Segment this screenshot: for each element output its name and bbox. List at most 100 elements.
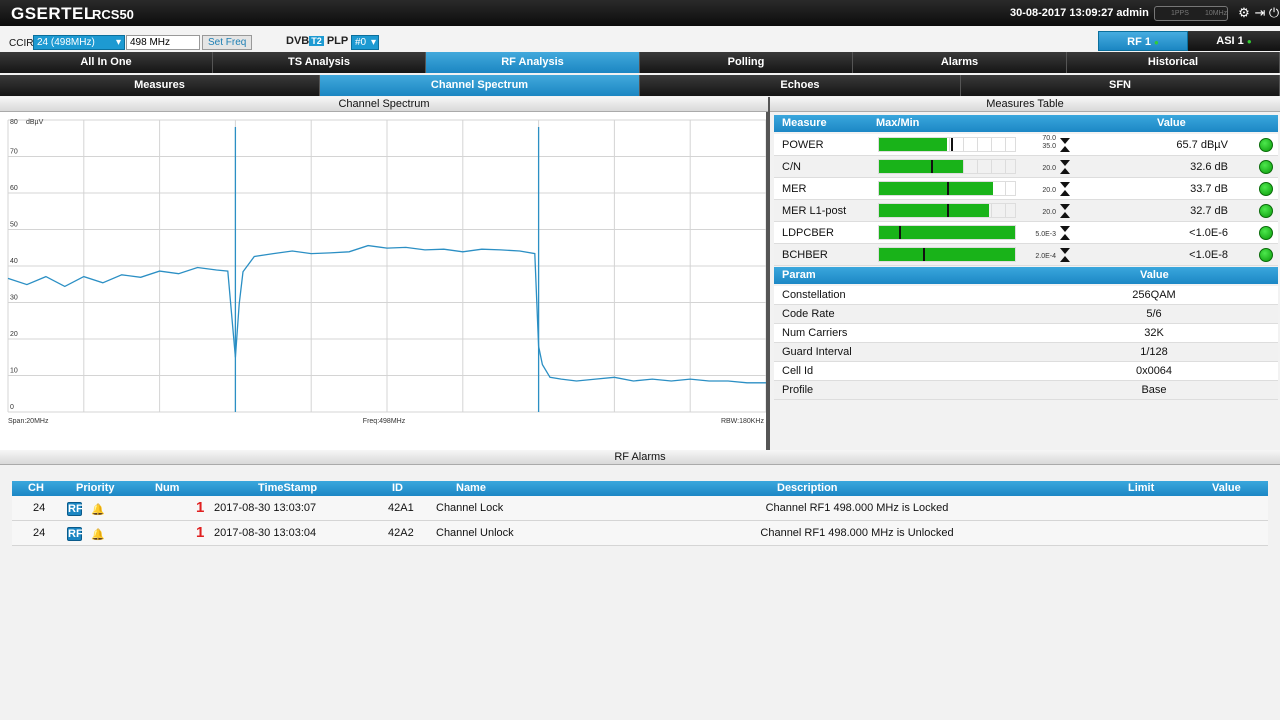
measure-name: POWER	[782, 139, 824, 151]
alarm-description: Channel RF1 498.000 MHz is Unlocked	[760, 527, 954, 539]
measure-row: MER L1-post 20.0 32.7 dB	[774, 200, 1278, 222]
measure-row: LDPCBER 5.0E-3 <1.0E-6	[774, 222, 1278, 244]
bell-icon: 🔔	[91, 504, 105, 516]
alarm-row[interactable]: 24 RF 🔔 1 2017-08-30 13:03:04 42A2 Channel Unl…	[12, 521, 1268, 546]
tab-historical[interactable]: Historical	[1067, 52, 1280, 73]
meter-marker	[951, 138, 954, 151]
tab-alarms[interactable]: Alarms	[853, 52, 1067, 73]
tab-sfn[interactable]: SFN	[961, 75, 1280, 96]
alarm-timestamp: 2017-08-30 13:03:07	[214, 502, 317, 514]
meter-fill	[879, 204, 990, 217]
status-led-icon	[1259, 248, 1273, 262]
tab-echoes[interactable]: Echoes	[640, 75, 961, 96]
param-row: Code Rate 5/6	[774, 305, 1278, 324]
tab-channel-spectrum[interactable]: Channel Spectrum	[320, 75, 640, 96]
alarm-num: 1	[196, 524, 205, 541]
tab-asi1[interactable]: ASI 1 ●	[1188, 31, 1280, 51]
param-row: Guard Interval 1/128	[774, 343, 1278, 362]
y-tick-label: 10	[10, 368, 18, 375]
alarm-name: Channel Lock	[436, 502, 504, 514]
plp-select[interactable]: #0 ▾	[351, 35, 379, 50]
device-model: RCS50	[92, 7, 134, 22]
y-tick-label: 30	[10, 295, 18, 302]
rf-badge-icon: RF	[67, 502, 83, 516]
col-maxmin: Max/Min	[876, 117, 920, 129]
measure-value: 65.7 dBµV	[1176, 139, 1228, 151]
sync-status: 1PPS 10MHz	[1154, 6, 1228, 21]
status-led-icon	[1259, 204, 1273, 218]
measure-name: MER	[782, 183, 807, 195]
status-led-icon	[1259, 182, 1273, 196]
meter-fill	[879, 160, 964, 173]
measure-value: 32.7 dB	[1190, 205, 1228, 217]
measure-value: <1.0E-8	[1189, 249, 1228, 261]
limit-max: 70.0	[1042, 135, 1056, 142]
gear-icon[interactable]: ⚙	[1236, 5, 1252, 21]
meter-marker	[922, 248, 925, 261]
hourglass-icon[interactable]	[1060, 204, 1070, 218]
main-tabs: All In One TS Analysis RF Analysis Polli…	[0, 52, 1280, 73]
col-ch: CH	[28, 482, 44, 494]
channel-select[interactable]: 24 (498MHz) ▾	[33, 35, 125, 50]
tab-rf1[interactable]: RF 1 ●	[1098, 31, 1188, 51]
power-icon[interactable]: ⏻	[1266, 5, 1280, 21]
measure-row: BCHBER 2.0E-4 <1.0E-8	[774, 244, 1278, 266]
hourglass-icon[interactable]	[1060, 248, 1070, 262]
alarm-id: 42A1	[388, 502, 414, 514]
param-name: Cell Id	[782, 365, 814, 377]
limit-min: 20.0	[1042, 209, 1056, 216]
col-param-value: Value	[1140, 269, 1169, 281]
measure-name: MER L1-post	[782, 205, 847, 217]
tab-polling[interactable]: Polling	[640, 52, 853, 73]
top-bar: GSERTEL RCS50 30-08-2017 13:09:27 admin …	[0, 0, 1280, 26]
measure-value: 33.7 dB	[1190, 183, 1228, 195]
measure-meter	[878, 203, 1016, 218]
hourglass-icon[interactable]	[1060, 226, 1070, 240]
measure-row: MER 20.0 33.7 dB	[774, 178, 1278, 200]
limit-min: 20.0	[1042, 165, 1056, 172]
hourglass-icon[interactable]	[1060, 182, 1070, 196]
hourglass-icon[interactable]	[1060, 138, 1070, 152]
param-value: 1/128	[1140, 346, 1168, 358]
alarm-num: 1	[196, 499, 205, 516]
measures-header: Measure Max/Min Value	[774, 115, 1278, 132]
meter-marker	[947, 204, 949, 217]
tab-rf-analysis[interactable]: RF Analysis	[426, 52, 640, 73]
dvb-t2-logo: DVB T2 PLP	[286, 35, 349, 47]
set-freq-button[interactable]: Set Freq	[202, 35, 253, 50]
spectrum-chart: 0 10 20 30 40 50 60 70 80 dBµV Span:20MHz Freq:498M…	[0, 112, 768, 450]
spectrum-title: Channel Spectrum	[0, 97, 768, 112]
param-name: Code Rate	[782, 308, 835, 320]
col-num: Num	[155, 482, 180, 494]
sub-tabs: Measures Channel Spectrum Echoes SFN	[0, 75, 1280, 96]
tab-all-in-one[interactable]: All In One	[0, 52, 213, 73]
measure-name: LDPCBER	[782, 227, 834, 239]
tab-measures[interactable]: Measures	[0, 75, 320, 96]
col-description: Description	[777, 482, 838, 494]
param-name: Guard Interval	[782, 346, 852, 358]
freq-label: Freq:498MHz	[363, 418, 406, 425]
measure-row: C/N 20.0 32.6 dB	[774, 156, 1278, 178]
meter-fill	[879, 248, 1015, 261]
alarm-description: Channel RF1 498.000 MHz is Locked	[765, 502, 949, 514]
limit-min: 2.0E-4	[1035, 253, 1056, 260]
y-tick-label: 40	[10, 258, 18, 265]
status-led-icon	[1259, 138, 1273, 152]
alarms-title: RF Alarms	[0, 450, 1280, 465]
meter-marker	[930, 160, 933, 173]
measure-meter	[878, 247, 1016, 262]
limit-min: 35.0	[1042, 143, 1056, 150]
measure-row: POWER 70.0 35.0 65.7 dBµV	[774, 134, 1278, 156]
param-value: 0x0064	[1135, 365, 1173, 377]
measures-table: Measure Max/Min Value POWER 70.0 35.0 65.7 …	[774, 115, 1278, 415]
meter-fill	[879, 182, 994, 195]
col-limit: Limit	[1128, 482, 1155, 494]
col-timestamp: TimeStamp	[258, 482, 318, 494]
alarm-row[interactable]: 24 RF 🔔 1 2017-08-30 13:03:07 42A1 Channel Loc…	[12, 496, 1268, 521]
frequency-input[interactable]	[126, 35, 200, 50]
hourglass-icon[interactable]	[1060, 160, 1070, 174]
alarm-ch: 24	[33, 502, 46, 514]
tab-ts-analysis[interactable]: TS Analysis	[213, 52, 426, 73]
param-row: Constellation 256QAM	[774, 286, 1278, 305]
col-measure: Measure	[782, 117, 827, 129]
